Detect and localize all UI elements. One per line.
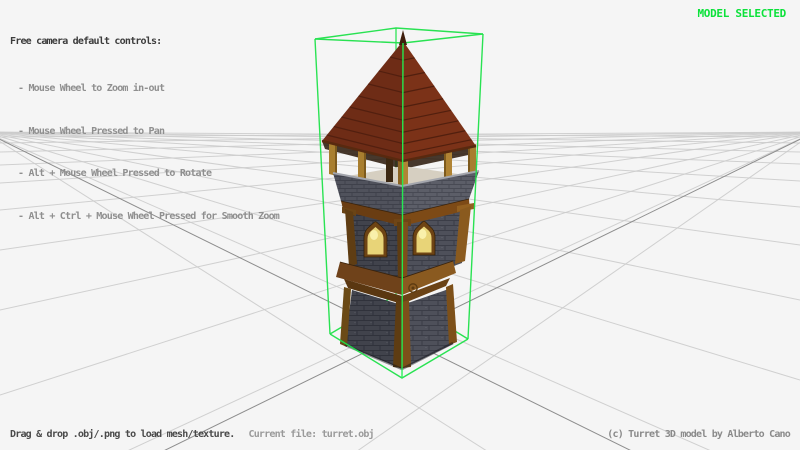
roof xyxy=(322,30,476,161)
control-item-smooth-zoom: - Alt + Ctrl + Mouse Wheel Pressed for S… xyxy=(18,207,279,228)
control-item-pan: - Mouse Wheel Pressed to Pan xyxy=(18,122,279,143)
turret-model[interactable] xyxy=(322,30,479,369)
model-selected-badge: MODEL SELECTED xyxy=(697,7,786,20)
model-credit: (c) Turret 3D model by Alberto Cano xyxy=(607,429,790,440)
camera-controls-help: Free camera default controls: - Mouse Wh… xyxy=(10,14,279,238)
current-file-label: Current file: turret.obj xyxy=(248,429,373,440)
roof-finial xyxy=(399,30,407,45)
footer-hint: Drag & drop .obj/.png to load mesh/textu… xyxy=(10,429,374,440)
controls-title: Free camera default controls: xyxy=(10,36,279,47)
control-item-rotate: - Alt + Mouse Wheel Pressed to Rotate xyxy=(18,164,279,185)
control-item-zoom: - Mouse Wheel to Zoom in-out xyxy=(18,79,279,100)
drag-drop-hint: Drag & drop .obj/.png to load mesh/textu… xyxy=(10,429,234,440)
